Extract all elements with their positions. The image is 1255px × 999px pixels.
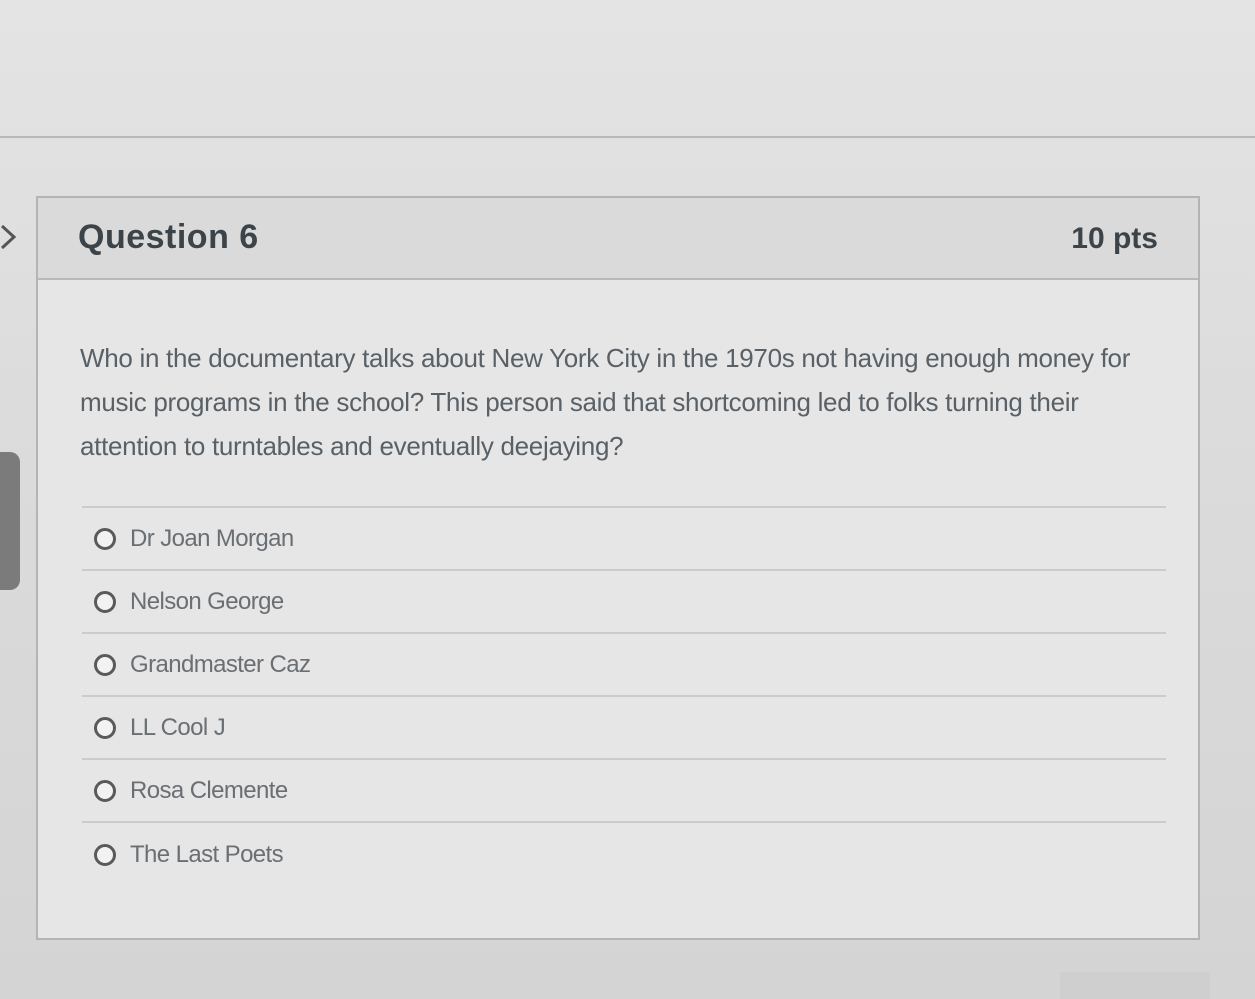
answer-label: LL Cool J [130,713,226,741]
side-scroll-tab[interactable] [0,452,20,590]
question-text: Who in the documentary talks about New Y… [80,343,1131,461]
answer-list: Dr Joan Morgan Nelson George Grandmaster… [82,506,1166,886]
answer-option[interactable]: The Last Poets [82,823,1166,886]
radio-unchecked-icon[interactable] [94,779,116,802]
question-header: Question 6 10 pts [38,198,1198,280]
answer-label: Grandmaster Caz [130,650,311,678]
radio-unchecked-icon[interactable] [94,716,116,739]
answer-option[interactable]: Nelson George [82,571,1166,634]
radio-unchecked-icon[interactable] [94,843,116,866]
question-points: 10 pts [1071,222,1158,255]
answer-option[interactable]: Rosa Clemente [82,760,1166,823]
answer-option[interactable]: LL Cool J [82,697,1166,760]
question-title: Question 6 [78,218,259,256]
top-divider [0,136,1255,138]
answer-label: Dr Joan Morgan [130,524,294,552]
question-card: Question 6 10 pts Who in the documentary… [36,196,1200,940]
radio-unchecked-icon[interactable] [94,527,116,550]
answer-option[interactable]: Dr Joan Morgan [82,508,1166,571]
answer-option[interactable]: Grandmaster Caz [82,634,1166,697]
radio-unchecked-icon[interactable] [94,653,116,676]
chevron-right-icon[interactable] [0,222,20,252]
answer-label: Nelson George [130,587,284,615]
answer-label: Rosa Clemente [130,776,288,804]
answer-label: The Last Poets [130,840,284,868]
footer-button-shadow [1060,972,1210,999]
radio-unchecked-icon[interactable] [94,590,116,613]
